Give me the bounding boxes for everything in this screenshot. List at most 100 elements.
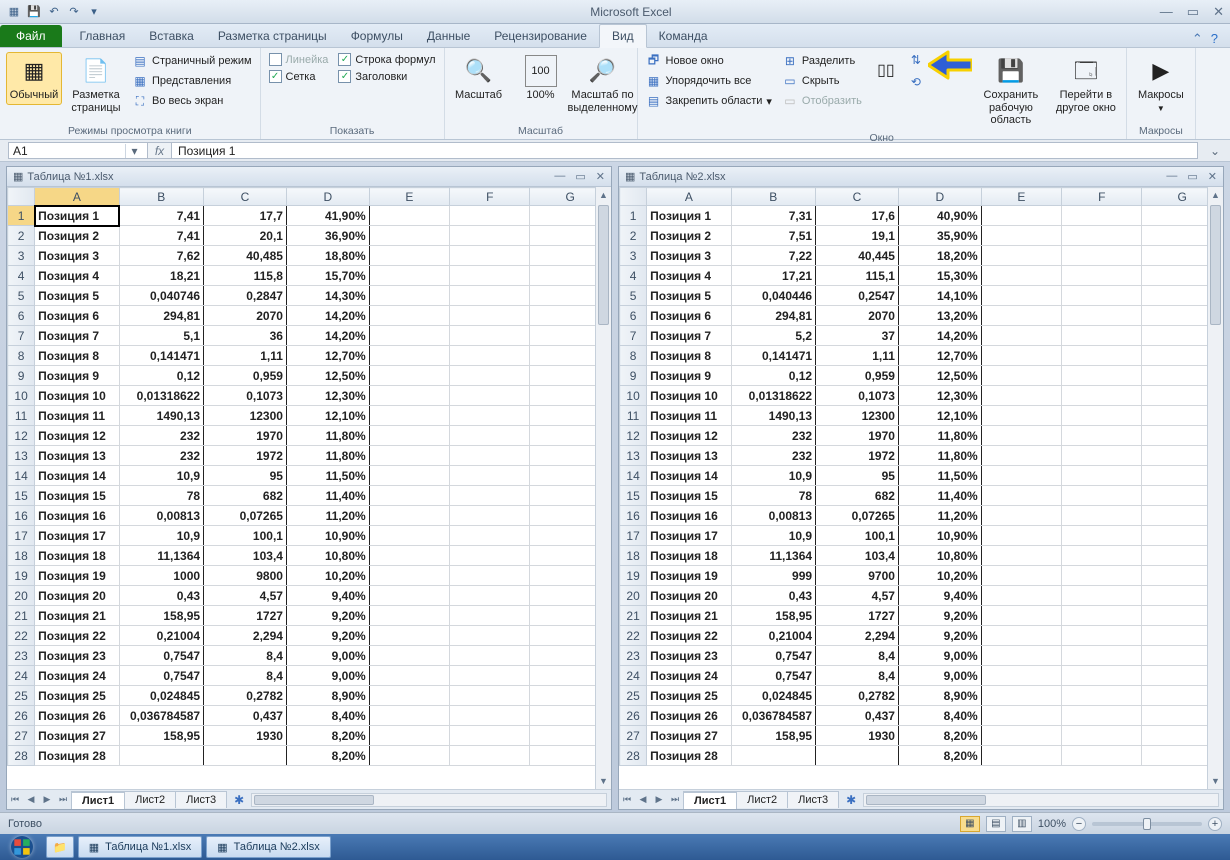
cell[interactable]: Позиция 1 [35, 206, 119, 226]
view-side-by-side-button[interactable]: ▯▯ [870, 52, 902, 90]
cell[interactable] [450, 466, 530, 486]
cell[interactable]: Позиция 23 [647, 646, 731, 666]
cell[interactable]: 40,485 [204, 246, 287, 266]
cell[interactable]: 10,90% [898, 526, 981, 546]
cell[interactable]: 10,80% [286, 546, 369, 566]
zoom-100-button[interactable]: 100100% [513, 52, 569, 105]
tab-Вид[interactable]: Вид [599, 24, 647, 48]
cell[interactable] [1062, 406, 1142, 426]
arrange-all-button[interactable]: ▦Упорядочить все [644, 72, 774, 90]
cell[interactable]: 8,4 [204, 666, 287, 686]
cell[interactable]: 5,1 [119, 326, 204, 346]
cell[interactable]: Позиция 21 [35, 606, 119, 626]
cell[interactable]: 2,294 [816, 626, 899, 646]
cell[interactable]: 8,4 [816, 646, 899, 666]
row-header[interactable]: 8 [620, 346, 647, 366]
column-header[interactable]: B [119, 188, 204, 206]
cell[interactable]: 0,7547 [119, 666, 204, 686]
cell[interactable]: 40,90% [898, 206, 981, 226]
cell[interactable]: Позиция 27 [35, 726, 119, 746]
cell[interactable] [450, 566, 530, 586]
cell[interactable] [369, 746, 449, 766]
cell[interactable]: 18,80% [286, 246, 369, 266]
prev-sheet-icon[interactable]: ◀ [23, 794, 39, 805]
cell[interactable]: 9,00% [286, 646, 369, 666]
child-close-button[interactable]: ✕ [596, 170, 605, 183]
column-header[interactable]: D [286, 188, 369, 206]
cell[interactable]: 294,81 [119, 306, 204, 326]
cell[interactable]: 11,40% [898, 486, 981, 506]
cell[interactable]: 7,62 [119, 246, 204, 266]
cell[interactable]: 15,70% [286, 266, 369, 286]
cell[interactable]: 12,50% [286, 366, 369, 386]
tab-Рецензирование[interactable]: Рецензирование [482, 25, 599, 47]
row-header[interactable]: 21 [8, 606, 35, 626]
cell[interactable] [369, 626, 449, 646]
cell[interactable]: Позиция 17 [647, 526, 731, 546]
child-minimize-button[interactable]: ― [1166, 170, 1177, 183]
row-header[interactable]: 17 [8, 526, 35, 546]
row-header[interactable]: 27 [8, 726, 35, 746]
cell[interactable] [119, 746, 204, 766]
cell[interactable] [981, 686, 1061, 706]
row-header[interactable]: 19 [8, 566, 35, 586]
row-header[interactable]: 1 [8, 206, 35, 226]
cell[interactable] [981, 346, 1061, 366]
cell[interactable] [450, 486, 530, 506]
cell[interactable]: 103,4 [204, 546, 287, 566]
cell[interactable]: 2070 [204, 306, 287, 326]
cell[interactable]: 1000 [119, 566, 204, 586]
cell[interactable] [450, 226, 530, 246]
cell[interactable]: 5,2 [731, 326, 816, 346]
cell[interactable]: Позиция 21 [647, 606, 731, 626]
column-header[interactable]: F [450, 188, 530, 206]
cell[interactable]: 9,00% [286, 666, 369, 686]
cell[interactable] [1062, 426, 1142, 446]
cell[interactable] [369, 386, 449, 406]
cell[interactable]: Позиция 23 [35, 646, 119, 666]
cell[interactable]: 10,20% [898, 566, 981, 586]
cell[interactable] [450, 346, 530, 366]
cell[interactable] [981, 286, 1061, 306]
cell[interactable]: 95 [816, 466, 899, 486]
restore-button[interactable]: ▭ [1187, 4, 1199, 20]
cell[interactable]: Позиция 15 [35, 486, 119, 506]
cell[interactable]: Позиция 14 [35, 466, 119, 486]
formula-expand-icon[interactable]: ⌄ [1206, 144, 1224, 158]
sheet-tab[interactable]: Лист2 [736, 791, 788, 808]
column-header[interactable]: D [898, 188, 981, 206]
cell[interactable]: 232 [731, 426, 816, 446]
cell[interactable]: Позиция 5 [647, 286, 731, 306]
cell[interactable]: 12300 [204, 406, 287, 426]
scroll-down-icon[interactable]: ▼ [596, 773, 611, 789]
cell[interactable]: 0,2547 [816, 286, 899, 306]
row-header[interactable]: 14 [8, 466, 35, 486]
cell[interactable]: Позиция 9 [647, 366, 731, 386]
cell[interactable]: 682 [204, 486, 287, 506]
cell[interactable]: 12300 [816, 406, 899, 426]
cell[interactable]: Позиция 24 [35, 666, 119, 686]
normal-view-button[interactable]: ▦ Обычный [6, 52, 62, 105]
scrollbar-thumb[interactable] [1210, 205, 1221, 325]
sheet-tab[interactable]: Лист2 [124, 791, 176, 808]
column-header[interactable]: A [647, 188, 731, 206]
child-minimize-button[interactable]: ― [554, 170, 565, 183]
cell[interactable]: 294,81 [731, 306, 816, 326]
row-header[interactable]: 19 [620, 566, 647, 586]
cell[interactable] [369, 346, 449, 366]
last-sheet-icon[interactable]: ⏭ [55, 794, 71, 805]
cell[interactable] [981, 246, 1061, 266]
cell[interactable] [981, 466, 1061, 486]
redo-icon[interactable]: ↷ [66, 4, 82, 20]
cell[interactable]: Позиция 6 [647, 306, 731, 326]
row-header[interactable]: 10 [620, 386, 647, 406]
child-window-titlebar[interactable]: ▦Таблица №1.xlsx―▭✕ [7, 167, 611, 187]
next-sheet-icon[interactable]: ▶ [39, 794, 55, 805]
cell[interactable]: Позиция 9 [35, 366, 119, 386]
cell[interactable]: 19,1 [816, 226, 899, 246]
cell[interactable]: Позиция 12 [647, 426, 731, 446]
tab-Главная[interactable]: Главная [68, 25, 138, 47]
cell[interactable]: 18,20% [898, 246, 981, 266]
row-header[interactable]: 20 [8, 586, 35, 606]
cell[interactable] [1062, 466, 1142, 486]
